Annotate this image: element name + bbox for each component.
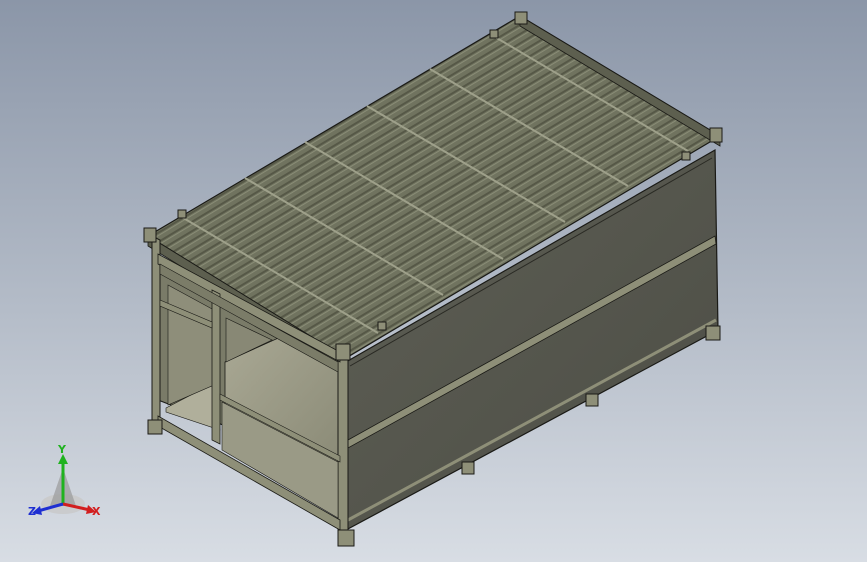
container-model[interactable] bbox=[0, 0, 867, 562]
x-axis-label: X bbox=[92, 505, 101, 518]
z-axis-label: Z bbox=[28, 505, 36, 518]
graphics-viewport[interactable]: Y X Z bbox=[0, 0, 867, 562]
y-axis-label: Y bbox=[58, 443, 66, 456]
axis-triad[interactable]: Y X Z bbox=[26, 444, 106, 523]
